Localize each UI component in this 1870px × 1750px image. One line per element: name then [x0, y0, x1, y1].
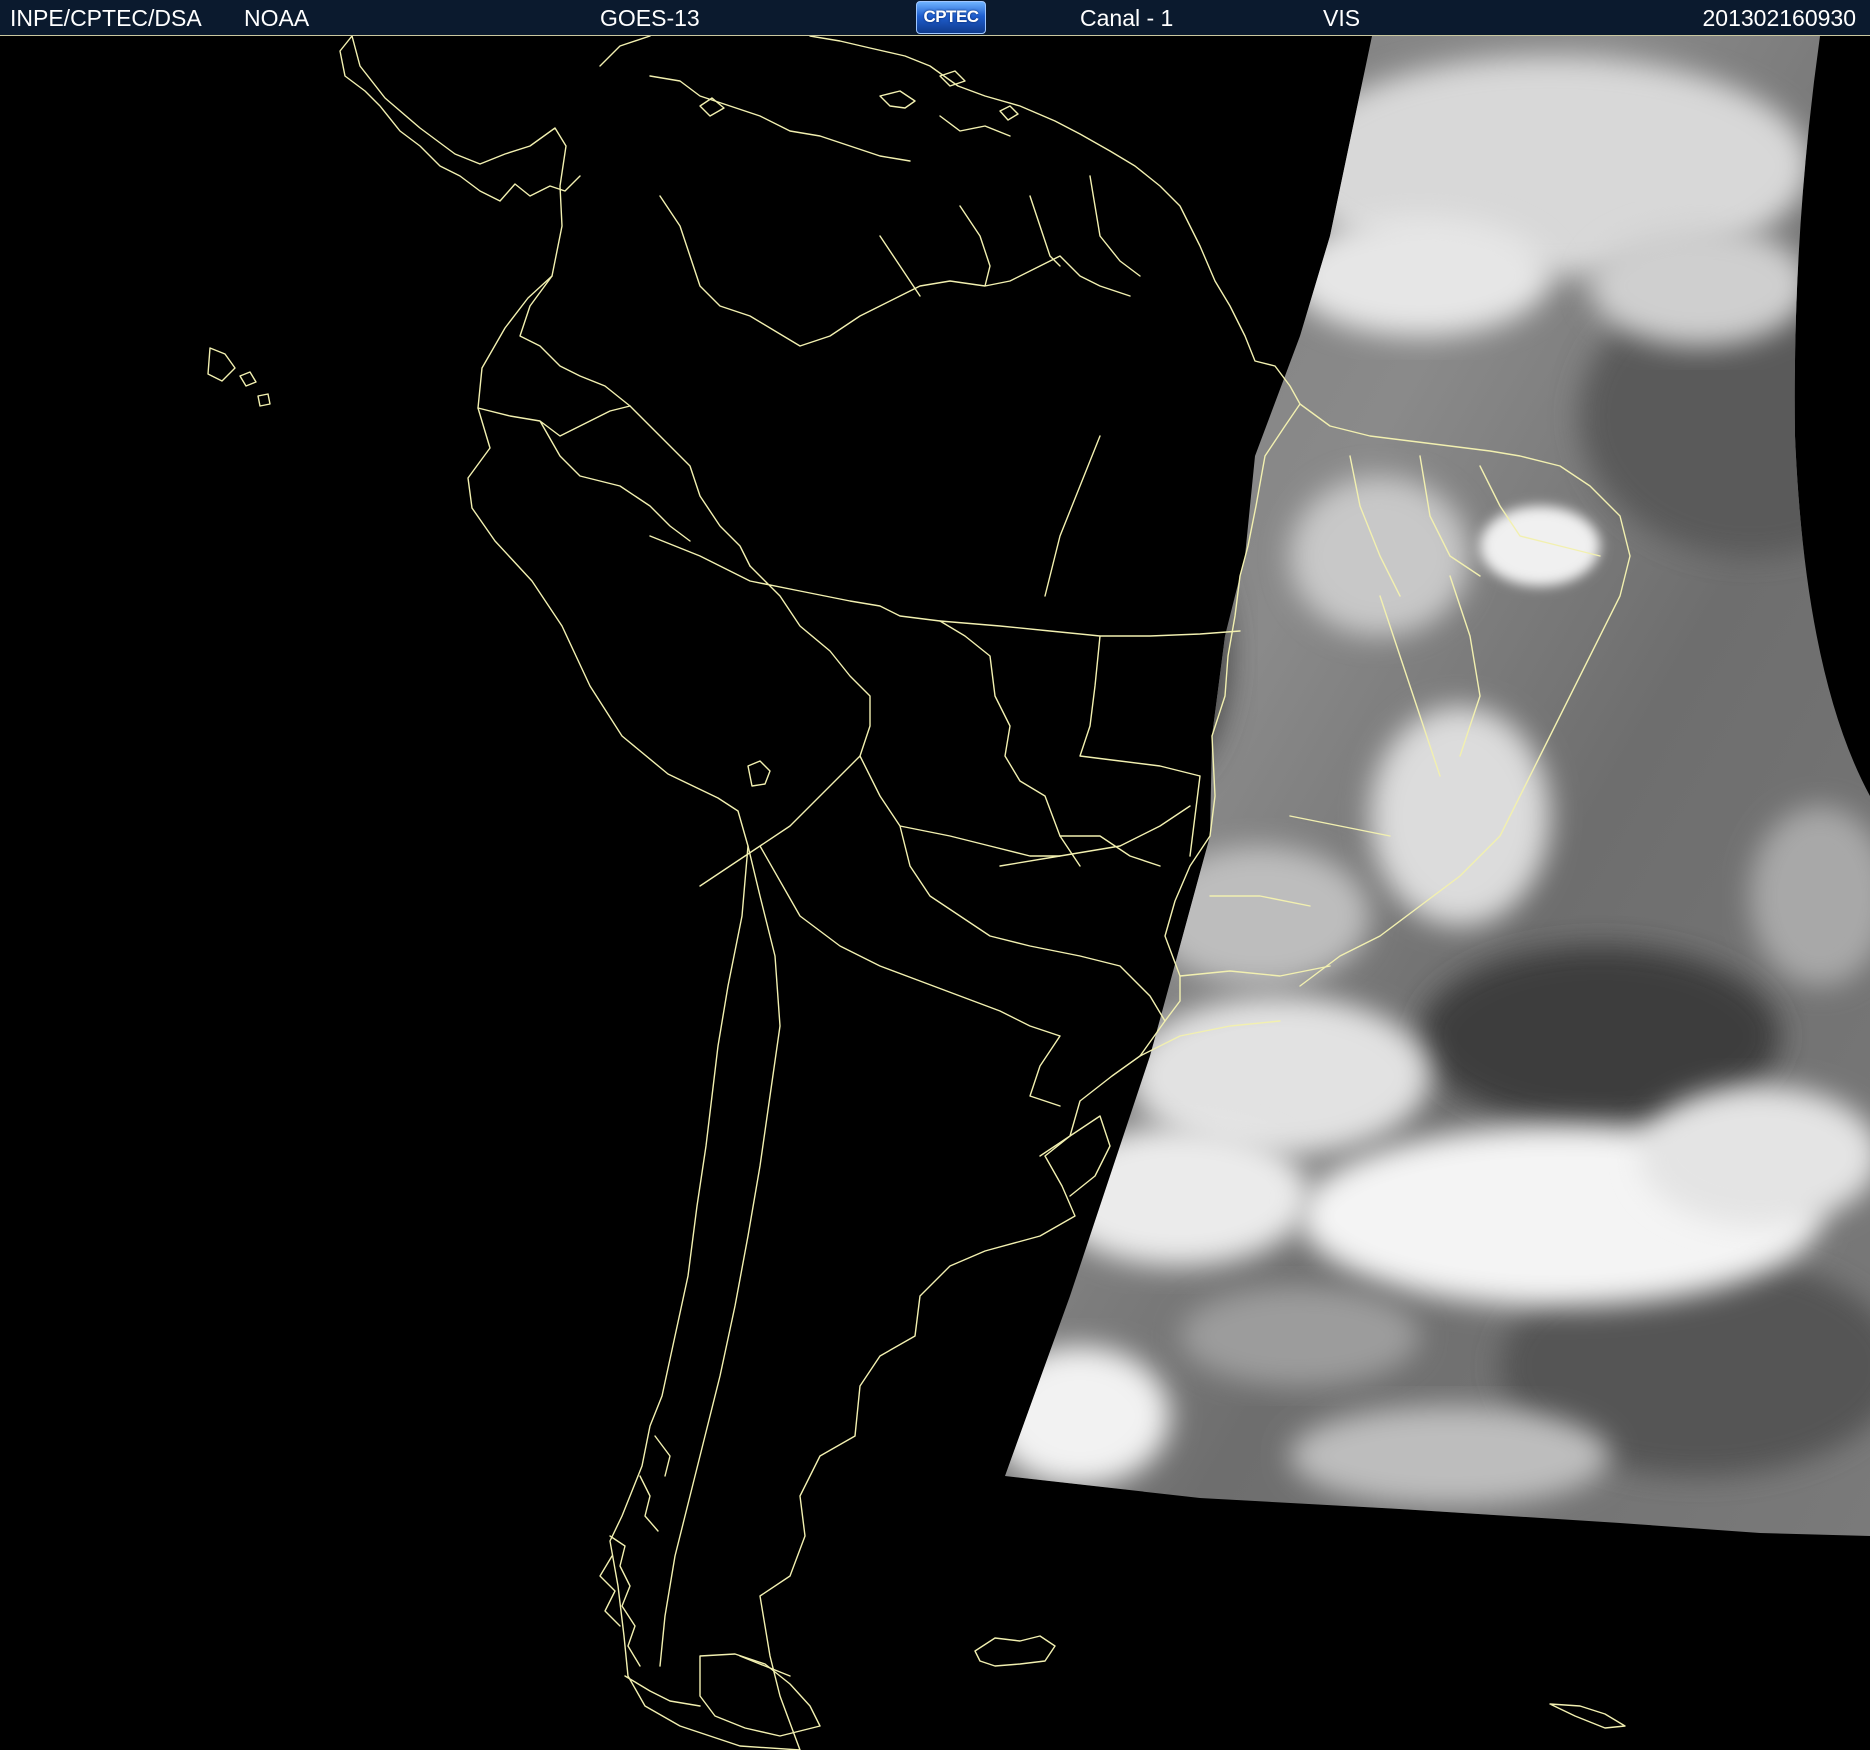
- source-label: NOAA: [244, 5, 310, 31]
- cptec-logo: CPTEC: [916, 1, 986, 34]
- central-america-outline: [339, 36, 581, 202]
- satellite-map: [0, 36, 1870, 1750]
- timestamp-label: 201302160930: [1702, 5, 1857, 31]
- satellite-image-viewer: INPE/CPTEC/DSA NOAA GOES-13 CPTEC Canal …: [0, 0, 1870, 1750]
- border-lines: [519, 175, 1141, 407]
- channel-label: Canal - 1: [1080, 5, 1174, 31]
- band-label: VIS: [1323, 5, 1361, 31]
- satellite-label: GOES-13: [600, 5, 700, 31]
- agency-label: INPE/CPTEC/DSA: [10, 5, 202, 31]
- image-header-bar: INPE/CPTEC/DSA NOAA GOES-13 CPTEC Canal …: [0, 0, 1870, 36]
